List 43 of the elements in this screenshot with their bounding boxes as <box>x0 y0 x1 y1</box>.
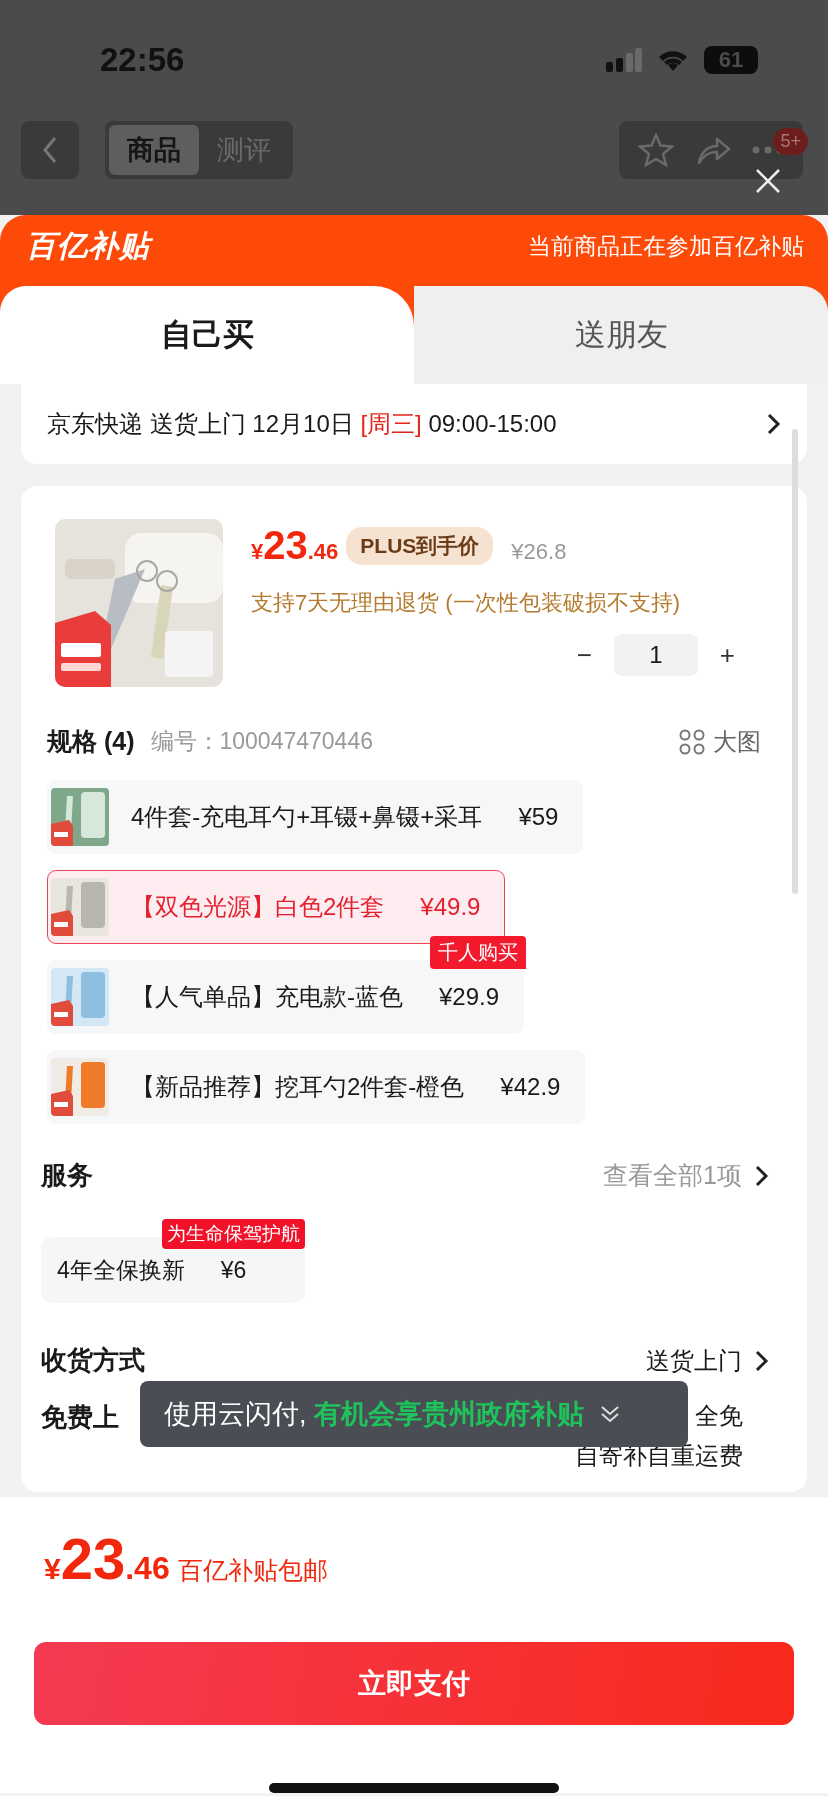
return-policy: 支持7天无理由退货 (一次性包装破损不支持) <box>251 589 681 617</box>
back-icon <box>42 136 58 164</box>
battery-icon: 61 <box>704 46 758 74</box>
close-icon[interactable] <box>755 168 781 194</box>
free-pickup-title: 免费上 <box>41 1401 119 1434</box>
chevron-icon <box>754 1164 769 1187</box>
services-title: 服务 <box>41 1159 93 1192</box>
receive-method-link[interactable]: 送货上门 <box>646 1344 769 1377</box>
back-button[interactable] <box>21 121 79 179</box>
chevron-icon <box>754 1349 769 1372</box>
signal-icon <box>606 48 642 72</box>
total-price: ¥23.46 <box>44 1525 170 1592</box>
star-icon[interactable] <box>637 133 674 167</box>
sku-number: 100047470446 <box>219 728 373 755</box>
sku-label: 编号： <box>150 727 220 756</box>
popular-badge: 千人购买 <box>430 936 527 969</box>
decrease-button[interactable]: − <box>572 639 596 671</box>
grid-icon <box>679 728 705 755</box>
receive-method-title: 收货方式 <box>41 1344 145 1377</box>
spec-option[interactable]: 4件套-充电耳勺+耳镊+鼻镊+采耳 ¥59 <box>47 780 584 854</box>
purchase-tab[interactable]: 自己买 <box>0 286 414 384</box>
spec-option[interactable]: 【新品推荐】挖耳勺2件套-橙色 ¥42.9 <box>47 1050 586 1124</box>
banner-text: 当前商品正在参加百亿补贴 <box>528 232 804 261</box>
purchase-tab[interactable]: 送朋友 <box>414 286 828 384</box>
quantity-field[interactable]: 1 <box>613 634 698 676</box>
delivery-card[interactable]: 京东快递 送货上门 12月10日 [周三] 09:00-15:00 <box>21 384 807 464</box>
expand-icon <box>600 1404 620 1424</box>
original-price: ¥26.8 <box>511 539 567 565</box>
pay-button[interactable]: 立即支付 <box>34 1642 794 1726</box>
big-image-button[interactable]: 大图 <box>679 725 761 758</box>
toast-text: 使用云闪付, 有机会享贵州政府补贴 <box>164 1398 584 1431</box>
delivery-text: 京东快递 送货上门 12月10日 [周三] 09:00-15:00 <box>47 409 557 439</box>
status-time: 22:56 <box>100 41 185 79</box>
share-icon[interactable] <box>695 135 731 165</box>
notification-badge: 5+ <box>773 128 808 155</box>
chevron-icon <box>766 413 781 435</box>
plus-price-tag: PLUS到手价 <box>346 526 494 565</box>
increase-button[interactable]: + <box>715 639 739 671</box>
specs-title: 规格 (4) <box>47 726 135 757</box>
shipping-note: 百亿补贴包邮 <box>177 1555 328 1586</box>
service-badge: 为生命保驾护航 <box>162 1219 305 1249</box>
free-pickup-note: 全免 <box>695 1401 743 1431</box>
product-price: ¥23.46 <box>251 523 339 568</box>
